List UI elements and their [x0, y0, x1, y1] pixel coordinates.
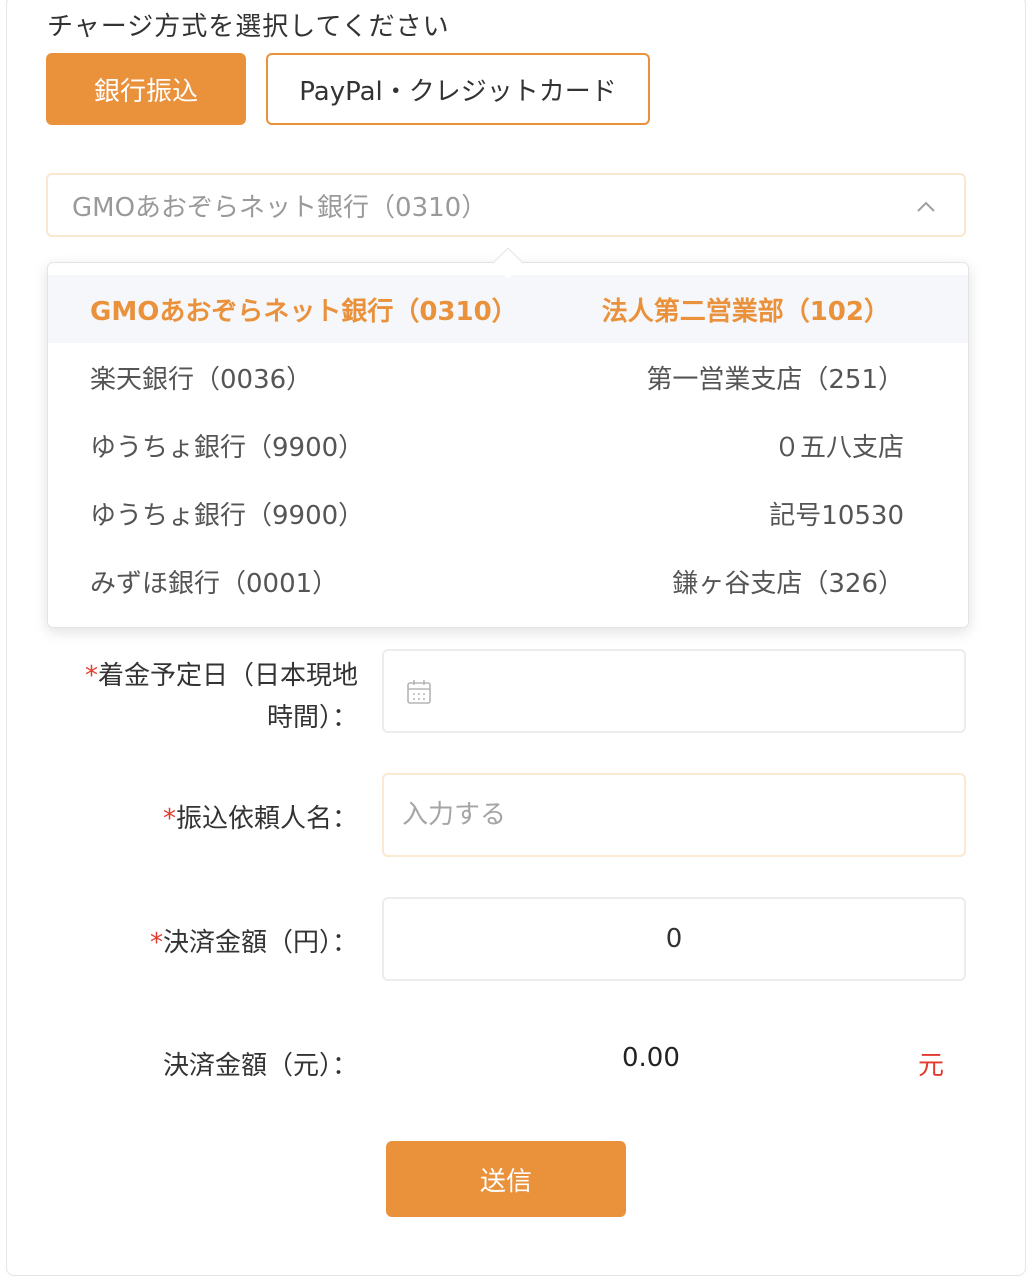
amount-cny-label: 決済金額（元）：	[162, 1051, 358, 1081]
bank-option[interactable]: ゆうちょ銀行（9900） ０五八支店	[48, 411, 968, 479]
bank-option-name: GMOあおぞらネット銀行（0310）	[90, 297, 518, 327]
bank-option-branch: 記号10530	[769, 501, 904, 531]
bank-option-branch: ０五八支店	[773, 433, 904, 463]
bank-select[interactable]: GMOあおぞらネット銀行（0310）	[46, 173, 966, 237]
chevron-up-icon	[917, 201, 935, 212]
bank-option-name: ゆうちょ銀行（9900）	[90, 501, 365, 531]
bank-option-name: みずほ銀行（0001）	[90, 569, 339, 599]
bank-options-dropdown: GMOあおぞらネット銀行（0310） 法人第二営業部（102） 楽天銀行（003…	[47, 262, 969, 628]
amount-cny-value: 0.00	[622, 1043, 680, 1073]
bank-option[interactable]: 楽天銀行（0036） 第一営業支店（251）	[48, 343, 968, 411]
bank-option-branch: 鎌ヶ谷支店（326）	[672, 569, 904, 599]
sender-name-label: *振込依頼人名：	[162, 804, 358, 834]
bank-option[interactable]: ゆうちょ銀行（9900） 記号10530	[48, 479, 968, 547]
bank-option-branch: 法人第二営業部（102）	[601, 297, 890, 327]
bank-transfer-tab[interactable]: 銀行振込	[46, 53, 246, 125]
sender-name-field[interactable]	[382, 773, 966, 857]
bank-option-name: 楽天銀行（0036）	[90, 365, 313, 395]
required-mark: *	[149, 928, 163, 958]
amount-jpy-input[interactable]	[384, 899, 964, 979]
arrival-date-picker[interactable]	[382, 649, 966, 733]
bank-select-value: GMOあおぞらネット銀行（0310）	[72, 192, 488, 223]
bank-option[interactable]: GMOあおぞらネット銀行（0310） 法人第二営業部（102）	[48, 275, 968, 343]
bank-option-name: ゆうちょ銀行（9900）	[90, 433, 365, 463]
arrival-date-label: *着金予定日（日本現地 時間）：	[84, 661, 358, 733]
submit-button[interactable]: 送信	[386, 1141, 626, 1217]
bank-option[interactable]: みずほ銀行（0001） 鎌ヶ谷支店（326）	[48, 547, 968, 615]
amount-cny-unit: 元	[918, 1051, 945, 1081]
required-mark: *	[162, 804, 176, 834]
calendar-icon	[407, 680, 431, 704]
paypal-credit-card-tab[interactable]: PayPal・クレジットカード	[266, 53, 650, 125]
bank-option-branch: 第一営業支店（251）	[646, 365, 904, 395]
amount-jpy-field[interactable]	[382, 897, 966, 981]
required-mark: *	[84, 661, 98, 691]
charge-method-title: チャージ方式を選択してください	[47, 12, 450, 42]
sender-name-input[interactable]	[384, 775, 964, 855]
amount-jpy-label: *決済金額（円）：	[149, 928, 358, 958]
